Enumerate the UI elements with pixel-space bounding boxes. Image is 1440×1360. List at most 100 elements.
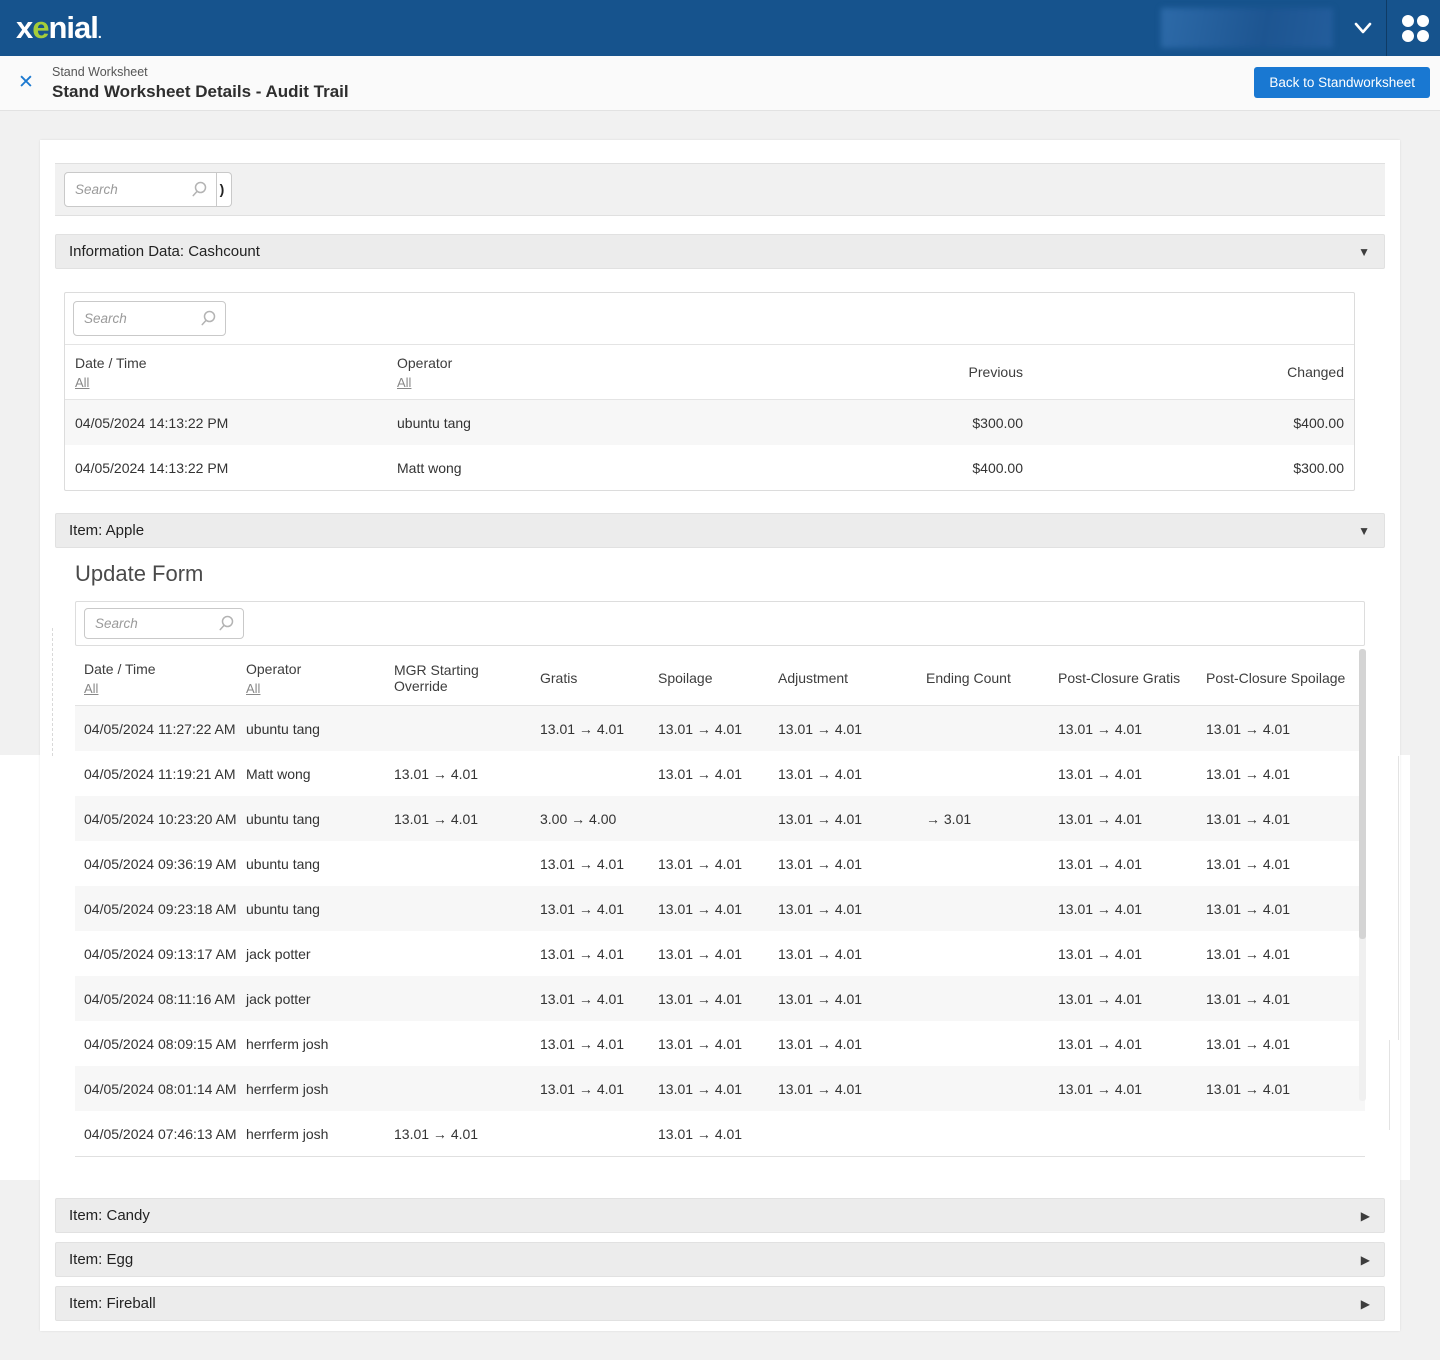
update-form-table-row[interactable]: 04/05/2024 09:23:18 AM ubuntu tang 13.01… [75,886,1365,931]
cell-operator: herrferm josh [246,1035,329,1052]
audit-trail-card: ) Information Data: Cashcount ▼ Date / T… [40,140,1400,1331]
apps-grid-icon[interactable] [1402,15,1430,42]
cell-post-closure-spoilage: 13.01 → 4.01 [1206,1080,1291,1097]
cell-mgr-starting-override: 13.01 → 4.01 [394,810,479,827]
update-form-table-row[interactable]: 04/05/2024 08:11:16 AM jack potter 13.01… [75,976,1365,1021]
cell-adjustment: 13.01 → 4.01 [778,765,863,782]
top-navbar: xenial. [0,0,1440,56]
column-header-post-closure-gratis: Post-Closure Gratis [1058,670,1181,686]
cell-post-closure-gratis: 13.01 → 4.01 [1058,765,1143,782]
cell-operator: ubuntu tang [246,900,320,917]
cell-operator: herrferm josh [246,1125,329,1142]
update-form-table-body: 04/05/2024 11:27:22 AM ubuntu tang 13.01… [75,706,1365,1157]
cell-spoilage: 13.01 → 4.01 [658,855,743,872]
cell-post-closure-spoilage: 13.01 → 4.01 [1206,945,1291,962]
section-header-item-apple[interactable]: Item: Apple ▼ [55,513,1385,548]
cashcount-panel: Date / Time All Operator All Previous Ch… [64,292,1355,491]
update-form-search-panel [75,601,1365,646]
cell-gratis: 13.01 → 4.01 [540,990,625,1007]
section-header-cashcount[interactable]: Information Data: Cashcount ▼ [55,234,1385,269]
update-form-table-row[interactable]: 04/05/2024 11:27:22 AM ubuntu tang 13.01… [75,706,1365,751]
cell-spoilage: 13.01 → 4.01 [658,945,743,962]
cashcount-table-body: 04/05/2024 14:13:22 PM ubuntu tang $300.… [65,400,1354,490]
cell-post-closure-spoilage: 13.01 → 4.01 [1206,810,1291,827]
scrollbar-thumb[interactable] [1359,649,1366,939]
update-form-search-input[interactable] [84,608,244,639]
cell-gratis: 3.00 → 4.00 [540,810,617,827]
update-form-table-row[interactable]: 04/05/2024 11:19:21 AM Matt wong 13.01 →… [75,751,1365,796]
filter-all-link[interactable]: All [84,681,98,696]
update-form-table-row[interactable]: 04/05/2024 09:13:17 AM jack potter 13.01… [75,931,1365,976]
update-form-title: Update Form [75,561,204,586]
background-panel-edge [1398,756,1399,1040]
cell-gratis: 13.01 → 4.01 [540,1035,625,1052]
caret-down-icon: ▼ [1358,244,1370,259]
cell-post-closure-spoilage: 13.01 → 4.01 [1206,765,1291,782]
section-title: Item: Fireball [69,1295,156,1312]
cell-post-closure-gratis: 13.01 → 4.01 [1058,1080,1143,1097]
cell-gratis: 13.01 → 4.01 [540,1080,625,1097]
filter-all-link[interactable]: All [246,681,260,696]
section-title: Information Data: Cashcount [69,243,260,260]
update-form-table-row[interactable]: 04/05/2024 08:09:15 AM herrferm josh 13.… [75,1021,1365,1066]
update-form-table-row[interactable]: 04/05/2024 07:46:13 AM herrferm josh 13.… [75,1111,1365,1156]
cell-operator: ubuntu tang [246,720,320,737]
update-form-table-row[interactable]: 04/05/2024 10:23:20 AM ubuntu tang 13.01… [75,796,1365,841]
column-header-changed: Changed [1287,364,1344,380]
cell-adjustment: 13.01 → 4.01 [778,945,863,962]
cell-post-closure-gratis: 13.01 → 4.01 [1058,1035,1143,1052]
column-header-spoilage: Spoilage [658,670,713,686]
table-scrollbar[interactable] [1359,649,1366,1101]
user-account-redacted[interactable] [1161,8,1333,48]
column-header-datetime: Date / Time All [75,354,147,390]
page-title: Stand Worksheet Details - Audit Trail [52,82,349,101]
section-header-collapsed[interactable]: Item: Candy ▶ [55,1198,1385,1233]
cell-datetime: 04/05/2024 07:46:13 AM [84,1125,237,1142]
section-title: Item: Candy [69,1207,150,1224]
apple-update-form: Update Form Date / Time All Operator All [55,548,1385,1182]
cell-datetime: 04/05/2024 14:13:22 PM [75,414,229,431]
cell-datetime: 04/05/2024 14:13:22 PM [75,459,229,476]
column-header-mgr-starting-override: MGR Starting Override [394,662,479,694]
cell-operator: Matt wong [246,765,311,782]
cashcount-table-row[interactable]: 04/05/2024 14:13:22 PM Matt wong $400.00… [65,445,1354,490]
chevron-down-icon[interactable] [1352,20,1374,36]
cashcount-search-input[interactable] [73,301,226,336]
page-search-input[interactable] [64,172,217,207]
cell-operator: Matt wong [397,459,462,476]
cell-adjustment: 13.01 → 4.01 [778,810,863,827]
back-to-standworksheet-button[interactable]: Back to Standworksheet [1254,67,1430,98]
section-header-collapsed[interactable]: Item: Egg ▶ [55,1242,1385,1277]
cell-post-closure-gratis: 13.01 → 4.01 [1058,900,1143,917]
cashcount-table-row[interactable]: 04/05/2024 14:13:22 PM ubuntu tang $300.… [65,400,1354,445]
filter-all-link[interactable]: All [397,375,411,390]
cell-post-closure-gratis: 13.01 → 4.01 [1058,720,1143,737]
cell-operator: ubuntu tang [246,810,320,827]
caret-right-icon: ▶ [1360,1296,1370,1311]
cell-changed: $400.00 [1293,414,1344,431]
cell-post-closure-spoilage: 13.01 → 4.01 [1206,900,1291,917]
cell-adjustment: 13.01 → 4.01 [778,855,863,872]
cashcount-search-row [65,293,1354,345]
caret-down-icon: ▼ [1358,523,1370,538]
cell-adjustment: 13.01 → 4.01 [778,900,863,917]
section-title: Item: Egg [69,1251,134,1268]
section-header-collapsed[interactable]: Item: Fireball ▶ [55,1286,1385,1321]
cell-spoilage: 13.01 → 4.01 [658,1035,743,1052]
close-icon[interactable]: ✕ [15,72,37,94]
cell-spoilage: 13.01 → 4.01 [658,765,743,782]
cell-previous: $400.00 [972,459,1023,476]
cell-datetime: 04/05/2024 08:09:15 AM [84,1035,237,1052]
cell-adjustment: 13.01 → 4.01 [778,720,863,737]
cell-mgr-starting-override: 13.01 → 4.01 [394,1125,479,1142]
page-header: ✕ Stand Worksheet Stand Worksheet Detail… [0,56,1440,111]
collapsed-sections: Item: Candy ▶ Item: Egg ▶ Item: Fireball… [55,1198,1385,1321]
cell-operator: ubuntu tang [397,414,471,431]
update-form-table-row[interactable]: 04/05/2024 08:01:14 AM herrferm josh 13.… [75,1066,1365,1111]
filter-all-link[interactable]: All [75,375,89,390]
update-form-table-row[interactable]: 04/05/2024 09:36:19 AM ubuntu tang 13.01… [75,841,1365,886]
background-panel-edge [52,628,53,756]
cell-datetime: 04/05/2024 11:27:22 AM [84,720,236,737]
cell-post-closure-spoilage: 13.01 → 4.01 [1206,720,1291,737]
column-header-post-closure-spoilage: Post-Closure Spoilage [1206,670,1346,686]
